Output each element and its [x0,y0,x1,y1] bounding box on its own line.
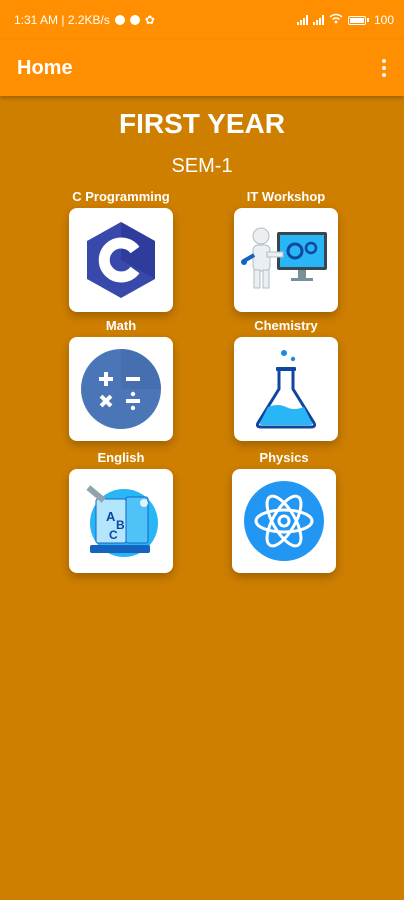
subject-card[interactable]: A B C [69,469,173,573]
subject-c-programming[interactable]: C Programming [46,188,196,312]
subject-label: C Programming [72,189,170,204]
battery-level: 100 [373,13,394,27]
wifi-icon [329,13,343,27]
status-left: 1:31 AM | 2.2KB/s ✿ [14,13,155,27]
subject-it-workshop[interactable]: IT Workshop [211,188,361,312]
subject-card[interactable] [232,469,336,573]
signal-icon-2 [312,15,324,25]
atom-icon [244,481,324,561]
signal-icon [296,15,308,25]
subject-card[interactable] [234,337,338,441]
english-books-icon: A B C [86,485,158,557]
app-bar: Home [0,40,404,96]
flask-icon [255,350,317,429]
subject-label: English [97,450,145,465]
app-bar-title: Home [17,56,73,79]
subject-card[interactable] [234,208,338,312]
notification-icon [114,15,125,25]
status-bar: 1:31 AM | 2.2KB/s ✿ 100 [0,0,404,40]
subject-chemistry[interactable]: Chemistry [211,317,361,441]
subject-label: Physics [259,450,309,465]
svg-text:C: C [109,528,118,542]
subject-english[interactable]: English A B C [46,449,196,573]
subject-physics[interactable]: Physics [209,449,359,573]
svg-text:A: A [106,509,116,524]
subject-math[interactable]: Math [46,317,196,441]
c-language-icon [87,222,155,298]
status-time-speed: 1:31 AM | 2.2KB/s [14,13,110,27]
math-operators-icon [81,349,161,429]
subject-label: Chemistry [254,318,318,333]
status-right: 100 [296,13,394,27]
page-title: FIRST YEAR [119,108,285,139]
subject-label: IT Workshop [246,189,326,204]
battery-icon [347,15,369,25]
subject-card[interactable] [69,337,173,441]
settings-gear-icon: ✿ [144,13,155,27]
semester-label: SEM-1 [171,155,233,177]
it-workshop-icon [241,227,327,289]
subject-card[interactable] [69,208,173,312]
overflow-menu-icon[interactable] [378,55,390,81]
subject-label: Math [105,318,137,333]
notification-icon-2 [129,15,140,25]
